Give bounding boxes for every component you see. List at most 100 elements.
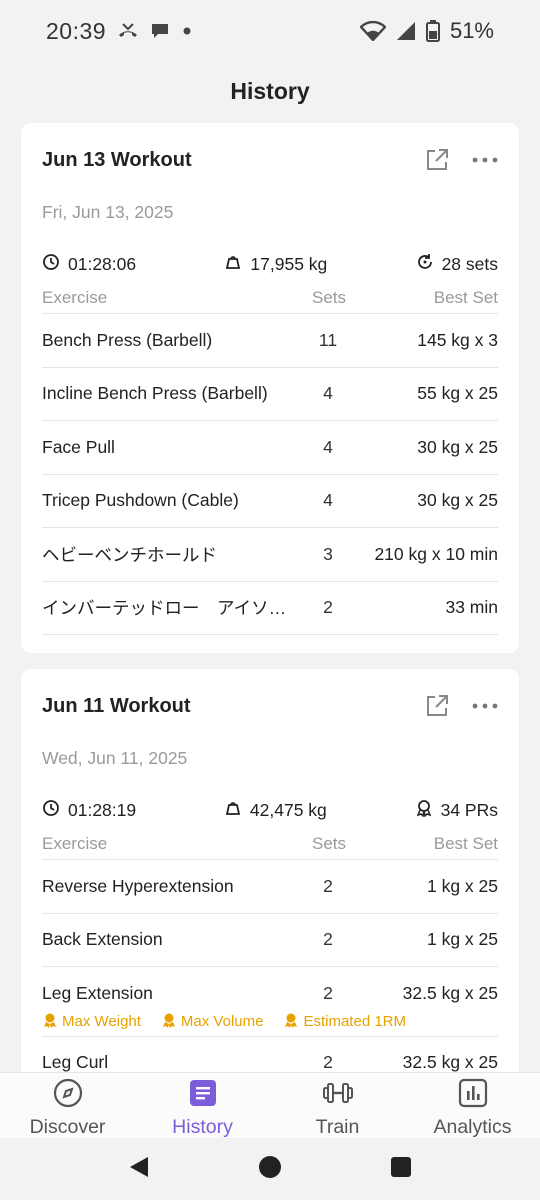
weight-icon xyxy=(224,799,242,822)
replay-icon xyxy=(416,253,434,276)
volume-value: 17,955 kg xyxy=(250,253,328,274)
sets-count: 3 xyxy=(323,543,333,564)
exercise-name: インバーテッドロー アイソメ… xyxy=(42,598,298,619)
sets-count: 4 xyxy=(323,383,333,404)
volume-value: 42,475 kg xyxy=(249,799,327,820)
workout-card[interactable]: Jun 13 Workout Fri, Jun 13, 2025 01:28:0… xyxy=(21,123,519,653)
best-set-header: Best Set xyxy=(433,287,498,307)
best-set: 1 kg x 25 xyxy=(426,929,498,950)
table-row[interactable]: ヘビーベンチホールド 3 210 kg x 10 min xyxy=(42,528,498,582)
medal-icon xyxy=(42,1012,58,1032)
table-row[interactable]: Bench Press (Barbell) 11 145 kg x 3 xyxy=(42,314,498,368)
battery-icon xyxy=(425,20,440,42)
bottom-nav: Discover History Train Analytics xyxy=(0,1072,540,1138)
best-set-header: Best Set xyxy=(433,833,498,853)
medal-icon xyxy=(415,799,433,822)
table-row[interactable]: Face Pull 4 30 kg x 25 xyxy=(42,421,498,475)
sets-count: 2 xyxy=(323,875,333,896)
table-row[interactable]: Back Extension 2 1 kg x 25 xyxy=(42,914,498,967)
sets-value: 28 sets xyxy=(441,253,498,274)
exercise-name: Back Extension xyxy=(42,929,163,950)
table-row[interactable]: Leg Extension 2 32.5 kg x 25 Max Weight … xyxy=(42,967,498,1037)
duration-stat: 01:28:06 xyxy=(42,253,136,276)
sets-header: Sets xyxy=(311,833,347,853)
workout-stats: 01:28:06 17,955 kg 28 sets xyxy=(42,246,498,282)
nav-label: Train xyxy=(315,1116,360,1138)
battery-percent: 51% xyxy=(449,18,494,43)
chat-bubble-icon xyxy=(150,22,170,40)
sets-count: 2 xyxy=(323,929,333,950)
nav-train[interactable]: Train xyxy=(270,1073,405,1138)
share-icon[interactable] xyxy=(424,147,450,173)
table-row[interactable]: Reverse Hyperextension 2 1 kg x 25 xyxy=(42,860,498,914)
more-options-icon[interactable] xyxy=(472,702,498,710)
exercise-name: Incline Bench Press (Barbell) xyxy=(42,383,268,404)
exercise-header: Exercise xyxy=(42,833,108,853)
page-title: History xyxy=(230,77,310,104)
table-row[interactable]: Incline Bench Press (Barbell) 4 55 kg x … xyxy=(42,368,498,421)
best-set: 145 kg x 3 xyxy=(417,329,498,350)
sets-count: 2 xyxy=(323,597,333,618)
more-options-icon[interactable] xyxy=(472,156,498,164)
weight-icon xyxy=(224,253,242,276)
nav-analytics[interactable]: Analytics xyxy=(405,1073,540,1138)
exercise-name: ヘビーベンチホールド xyxy=(42,544,217,565)
recents-icon[interactable] xyxy=(390,1156,412,1183)
sets-count: 2 xyxy=(323,1052,333,1072)
dot-icon xyxy=(180,24,194,38)
pr-badge: Max Weight xyxy=(42,1012,141,1032)
clock-icon xyxy=(42,799,60,822)
status-bar: 20:39 51% xyxy=(0,0,540,62)
duration-stat: 01:28:19 xyxy=(42,799,136,822)
pr-badge: Estimated 1RM xyxy=(283,1012,406,1032)
prs-value: 34 PRs xyxy=(440,799,498,820)
exercise-header: Exercise xyxy=(42,287,108,307)
exercise-name: Face Pull xyxy=(42,436,115,457)
nav-discover[interactable]: Discover xyxy=(0,1073,135,1138)
nav-label: Discover xyxy=(29,1116,106,1138)
sets-count: 2 xyxy=(323,982,333,1003)
share-icon[interactable] xyxy=(424,693,450,719)
pr-label: Max Volume xyxy=(180,1013,264,1030)
best-set: 210 kg x 10 min xyxy=(374,543,498,564)
nav-label: History xyxy=(172,1116,233,1138)
system-nav-bar xyxy=(0,1138,540,1200)
wifi-icon xyxy=(359,21,386,41)
table-row[interactable]: Tricep Pushdown (Cable) 4 30 kg x 25 xyxy=(42,475,498,528)
table-row[interactable]: インバーテッドロー アイソメ… 2 33 min xyxy=(42,582,498,635)
exercise-name: Leg Extension xyxy=(42,982,153,1003)
best-set: 32.5 kg x 25 xyxy=(402,982,498,1003)
history-list[interactable]: Jun 13 Workout Fri, Jun 13, 2025 01:28:0… xyxy=(0,122,540,1072)
table-header: Exercise Sets Best Set xyxy=(42,828,498,860)
sets-stat: 28 sets xyxy=(416,253,498,276)
exercise-name: Reverse Hyperextension xyxy=(42,875,234,896)
volume-stat: 42,475 kg xyxy=(224,799,327,822)
prs-stat: 34 PRs xyxy=(415,799,498,822)
medal-icon xyxy=(161,1012,177,1032)
home-icon[interactable] xyxy=(258,1155,282,1184)
best-set: 30 kg x 25 xyxy=(417,490,498,511)
table-row[interactable]: Leg Curl 2 32.5 kg x 25 xyxy=(42,1037,498,1072)
best-set: 33 min xyxy=(445,597,498,618)
pr-label: Estimated 1RM xyxy=(303,1013,407,1030)
workout-card[interactable]: Jun 11 Workout Wed, Jun 11, 2025 01:28:1… xyxy=(21,669,519,1072)
nav-history[interactable]: History xyxy=(135,1073,270,1138)
best-set: 55 kg x 25 xyxy=(417,383,498,404)
sets-count: 4 xyxy=(323,436,333,457)
best-set: 30 kg x 25 xyxy=(417,436,498,457)
nav-label: Analytics xyxy=(433,1116,512,1138)
best-set: 1 kg x 25 xyxy=(426,875,498,896)
volume-stat: 17,955 kg xyxy=(224,253,327,276)
back-icon[interactable] xyxy=(128,1155,150,1184)
compass-icon xyxy=(52,1077,84,1114)
pr-label: Max Weight xyxy=(62,1013,141,1030)
workout-title: Jun 13 Workout xyxy=(42,148,192,171)
pr-badge: Max Volume xyxy=(161,1012,264,1032)
pr-badges: Max Weight Max Volume Estimated 1RM xyxy=(42,1008,498,1036)
medal-icon xyxy=(283,1012,299,1032)
sets-count: 11 xyxy=(318,329,338,350)
workout-title: Jun 11 Workout xyxy=(42,694,191,717)
bar-chart-icon xyxy=(457,1077,489,1114)
dumbbell-icon xyxy=(321,1077,355,1114)
duration-value: 01:28:06 xyxy=(68,253,137,274)
